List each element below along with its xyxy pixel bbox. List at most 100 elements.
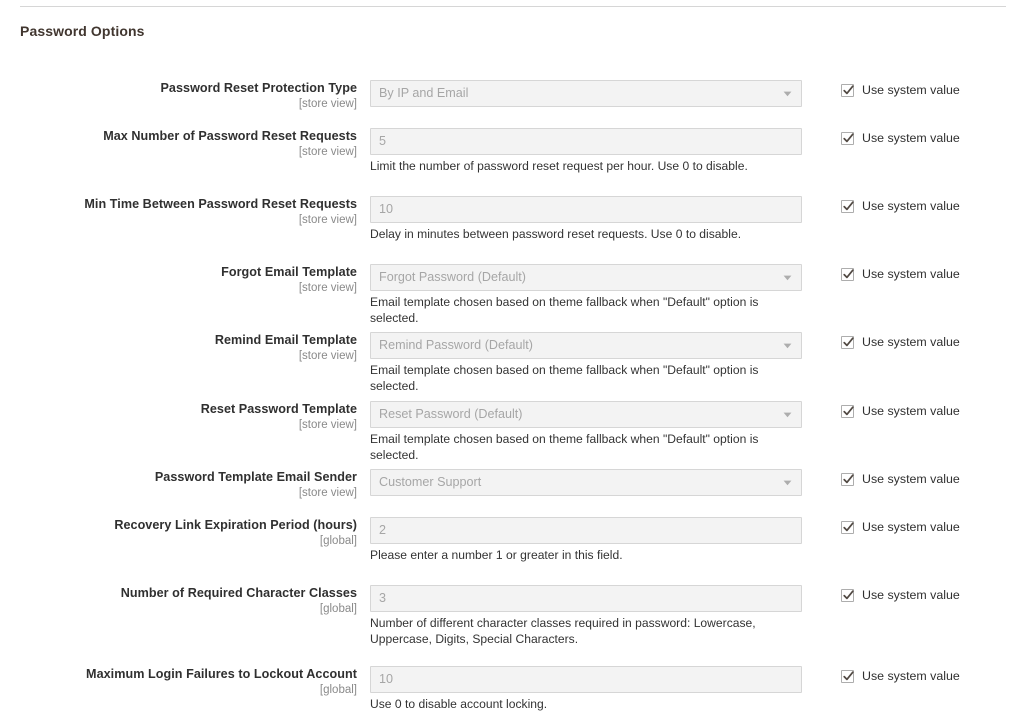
use-system-value-checkbox[interactable]	[841, 336, 854, 349]
check-icon	[843, 474, 854, 484]
field-note: Limit the number of password reset reque…	[370, 159, 748, 173]
use-system-value-label: Use system value	[862, 669, 960, 683]
field-label: Forgot Email Template	[221, 265, 357, 279]
select-value[interactable]: Customer Support	[370, 469, 802, 496]
field-label-group: Number of Required Character Classes [glo…	[0, 585, 357, 617]
field-label: Maximum Login Failures to Lockout Accoun…	[86, 667, 357, 681]
field-label-group: Maximum Login Failures to Lockout Accoun…	[0, 666, 357, 698]
use-system-value-label: Use system value	[862, 335, 960, 349]
field-label-group: Recovery Link Expiration Period (hours) […	[0, 517, 357, 549]
select-value[interactable]: By IP and Email	[370, 80, 802, 107]
use-system-value-checkbox[interactable]	[841, 670, 854, 683]
field-note: Email template chosen based on theme fal…	[370, 432, 759, 462]
field-note: Number of different character classes re…	[370, 616, 756, 646]
check-icon	[843, 671, 854, 681]
use-system-value-label: Use system value	[862, 131, 960, 145]
use-system-value-checkbox[interactable]	[841, 132, 854, 145]
field-scope: [store view]	[298, 419, 357, 431]
use-system-value-label: Use system value	[862, 520, 960, 534]
select-remind-email-template[interactable]: Remind Password (Default)	[370, 332, 802, 359]
select-value[interactable]: Remind Password (Default)	[370, 332, 802, 359]
field-label: Number of Required Character Classes	[120, 586, 357, 600]
field-control-group: Customer Support	[370, 469, 802, 496]
use-system-value-label: Use system value	[862, 199, 960, 213]
field-control-group: 3 Number of different character classes r…	[370, 585, 802, 647]
use-system-value-checkbox[interactable]	[841, 589, 854, 602]
check-icon	[843, 522, 854, 532]
use-system-value-checkbox[interactable]	[841, 473, 854, 486]
use-system-value-recovery-link-expiration-period[interactable]: Use system value	[841, 520, 960, 535]
field-label-group: Min Time Between Password Reset Requests…	[0, 196, 357, 228]
use-system-value-forgot-email-template[interactable]: Use system value	[841, 267, 960, 282]
use-system-value-reset-password-template[interactable]: Use system value	[841, 404, 960, 419]
check-icon	[843, 85, 854, 95]
field-label-group: Password Template Email Sender [store vie…	[0, 469, 357, 501]
field-control-group: Forgot Password (Default) Email template …	[370, 264, 802, 326]
input-number-of-required-character-classes[interactable]: 3	[370, 585, 802, 612]
field-scope: [store view]	[298, 487, 357, 499]
field-scope: [store view]	[298, 98, 357, 110]
field-control-group: Remind Password (Default) Email template …	[370, 332, 802, 394]
field-scope: [global]	[319, 684, 357, 696]
field-label: Password Template Email Sender	[154, 470, 357, 484]
input-min-time-between-password-reset-requests[interactable]: 10	[370, 196, 802, 223]
field-control-group: 10 Use 0 to disable account locking.	[370, 666, 802, 713]
field-scope: [store view]	[298, 214, 357, 226]
field-control-group: 5 Limit the number of password reset requ…	[370, 128, 802, 175]
input-maximum-login-failures-to-lockout-account[interactable]: 10	[370, 666, 802, 693]
check-icon	[843, 590, 854, 600]
field-label: Password Reset Protection Type	[160, 81, 357, 95]
select-value[interactable]: Reset Password (Default)	[370, 401, 802, 428]
use-system-value-label: Use system value	[862, 267, 960, 281]
section-divider	[20, 6, 1006, 7]
use-system-value-checkbox[interactable]	[841, 521, 854, 534]
select-password-reset-protection-type[interactable]: By IP and Email	[370, 80, 802, 107]
field-control-group: 2 Please enter a number 1 or greater in t…	[370, 517, 802, 564]
use-system-value-checkbox[interactable]	[841, 200, 854, 213]
use-system-value-label: Use system value	[862, 588, 960, 602]
field-note: Email template chosen based on theme fal…	[370, 363, 759, 393]
select-password-template-email-sender[interactable]: Customer Support	[370, 469, 802, 496]
field-label: Min Time Between Password Reset Requests	[84, 197, 357, 211]
use-system-value-remind-email-template[interactable]: Use system value	[841, 335, 960, 350]
use-system-value-number-of-required-character-classes[interactable]: Use system value	[841, 588, 960, 603]
field-control-group: Reset Password (Default) Email template c…	[370, 401, 802, 463]
field-label: Max Number of Password Reset Requests	[103, 129, 357, 143]
field-label-group: Remind Email Template [store view]	[0, 332, 357, 364]
use-system-value-max-number-of-password-reset-requests[interactable]: Use system value	[841, 131, 960, 146]
select-forgot-email-template[interactable]: Forgot Password (Default)	[370, 264, 802, 291]
field-scope: [store view]	[298, 282, 357, 294]
use-system-value-password-reset-protection-type[interactable]: Use system value	[841, 83, 960, 98]
input-max-number-of-password-reset-requests[interactable]: 5	[370, 128, 802, 155]
use-system-value-checkbox[interactable]	[841, 84, 854, 97]
field-note: Use 0 to disable account locking.	[370, 697, 548, 711]
select-reset-password-template[interactable]: Reset Password (Default)	[370, 401, 802, 428]
page-title: Password Options	[20, 23, 145, 39]
field-label-group: Password Reset Protection Type [store vie…	[0, 80, 357, 112]
field-label: Recovery Link Expiration Period (hours)	[114, 518, 357, 532]
use-system-value-checkbox[interactable]	[841, 405, 854, 418]
use-system-value-checkbox[interactable]	[841, 268, 854, 281]
use-system-value-label: Use system value	[862, 404, 960, 418]
use-system-value-min-time-between-password-reset-requests[interactable]: Use system value	[841, 199, 960, 214]
use-system-value-label: Use system value	[862, 83, 960, 97]
select-value[interactable]: Forgot Password (Default)	[370, 264, 802, 291]
field-label-group: Forgot Email Template [store view]	[0, 264, 357, 296]
field-scope: [global]	[319, 535, 357, 547]
field-label: Reset Password Template	[200, 402, 357, 416]
check-icon	[843, 406, 854, 416]
check-icon	[843, 269, 854, 279]
use-system-value-password-template-email-sender[interactable]: Use system value	[841, 472, 960, 487]
use-system-value-maximum-login-failures-to-lockout-account[interactable]: Use system value	[841, 669, 960, 684]
check-icon	[843, 133, 854, 143]
input-recovery-link-expiration-period[interactable]: 2	[370, 517, 802, 544]
field-control-group: 10 Delay in minutes between password rese…	[370, 196, 802, 243]
field-label-group: Reset Password Template [store view]	[0, 401, 357, 433]
field-note: Delay in minutes between password reset …	[370, 227, 742, 241]
field-scope: [store view]	[298, 146, 357, 158]
field-control-group: By IP and Email	[370, 80, 802, 107]
check-icon	[843, 337, 854, 347]
field-scope: [store view]	[298, 350, 357, 362]
check-icon	[843, 201, 854, 211]
field-label-group: Max Number of Password Reset Requests [st…	[0, 128, 357, 160]
